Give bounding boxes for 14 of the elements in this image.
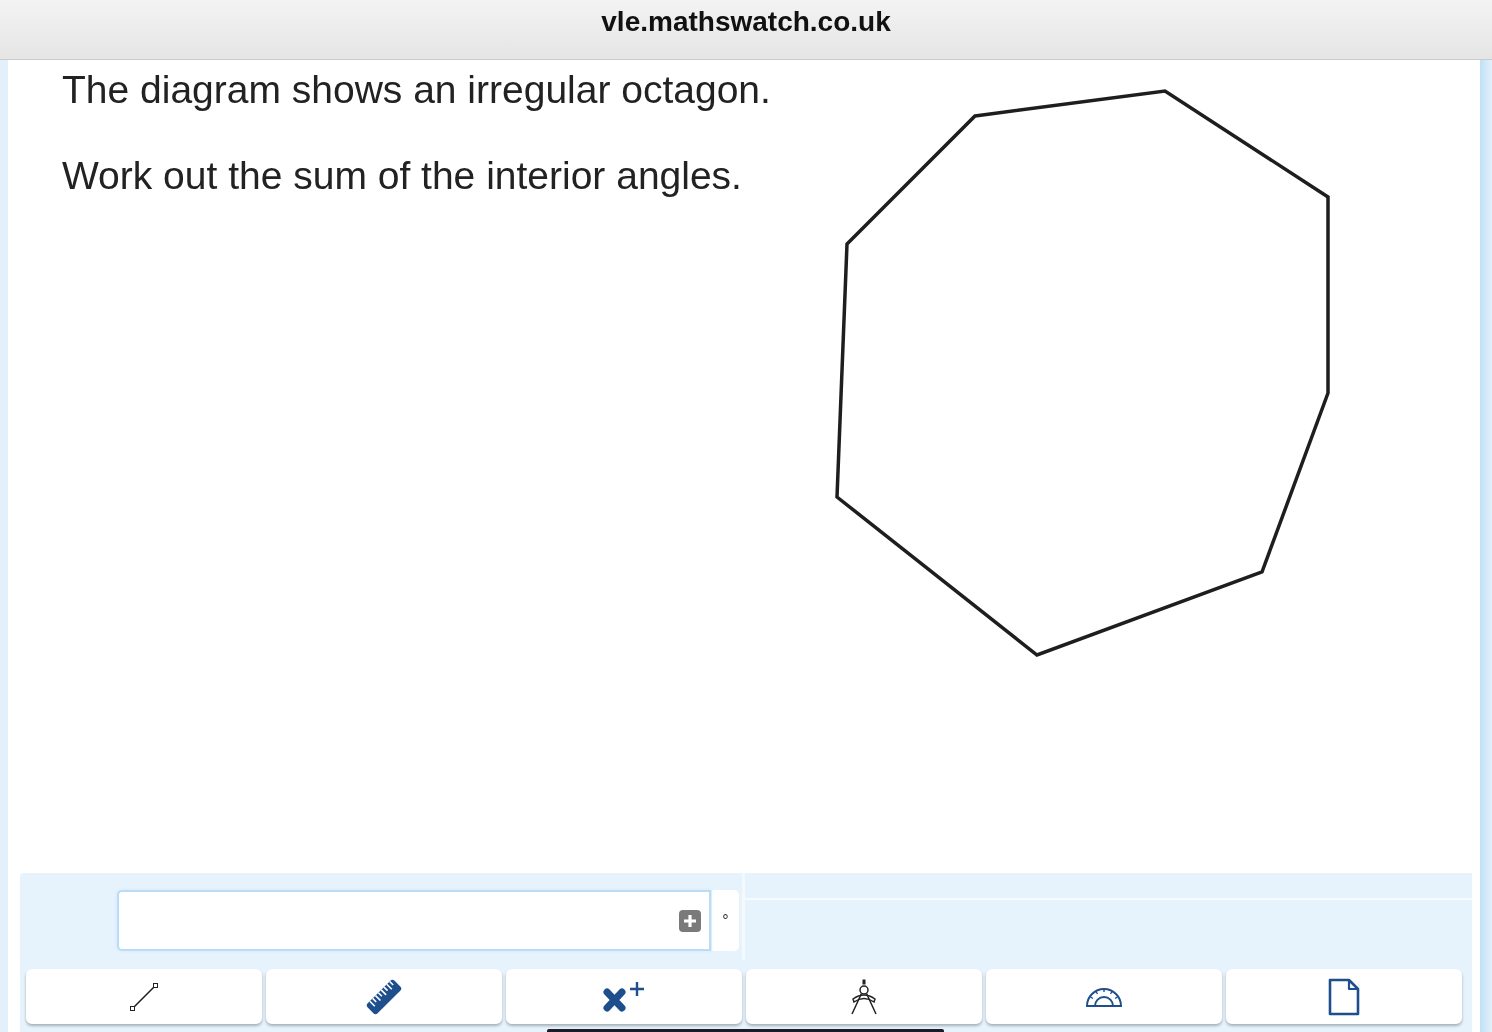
cross-icon: [602, 980, 646, 1013]
mark-tool-button[interactable]: [506, 969, 742, 1024]
page-tool-button[interactable]: [1226, 969, 1462, 1024]
site-address: vle.mathswatch.co.uk: [601, 6, 891, 38]
answer-field[interactable]: [117, 890, 711, 951]
question-text: Work out the sum of the interior angles.: [62, 153, 742, 198]
plus-icon[interactable]: [679, 910, 701, 932]
question-text: The diagram shows an irregular octagon.: [62, 67, 771, 112]
page-icon: [1328, 977, 1360, 1016]
unit-label: °: [711, 890, 739, 951]
line-icon: [129, 981, 159, 1012]
protractor-icon: [1085, 985, 1123, 1008]
ruler-tool-button[interactable]: [266, 969, 502, 1024]
compass-icon: [850, 978, 878, 1015]
